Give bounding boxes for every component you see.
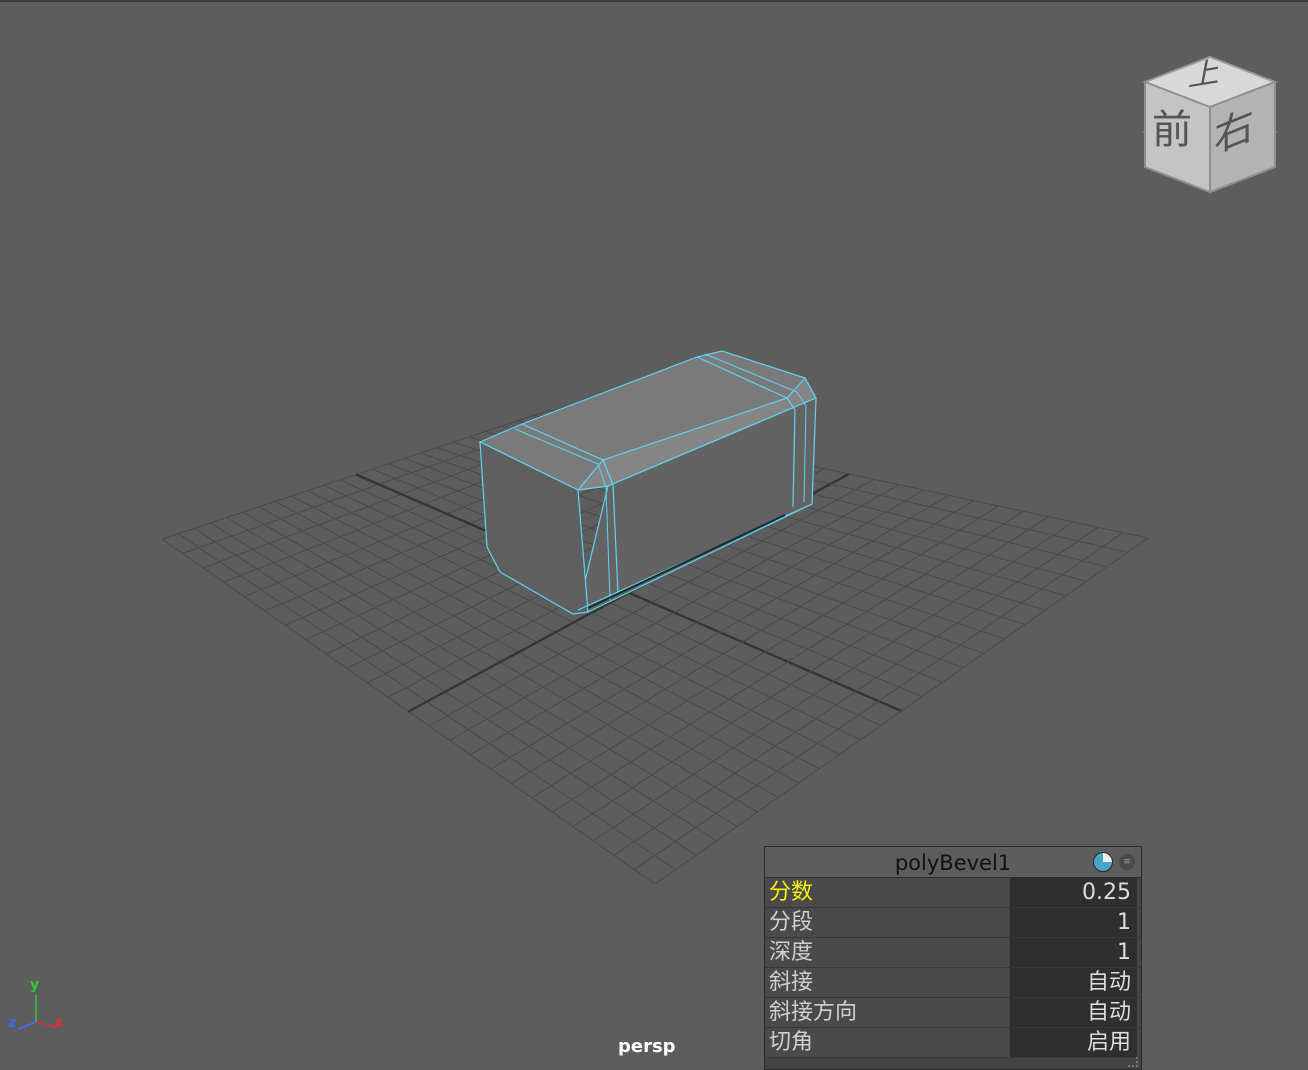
in-view-editor[interactable]: polyBevel1 ≡ 分数 0.25 分段 1 深度 1 斜接 自动 斜接方… bbox=[764, 846, 1142, 1070]
grid-line bbox=[613, 526, 1099, 856]
node-type-icon[interactable] bbox=[1093, 852, 1113, 872]
channel-row-chamfer[interactable]: 切角 启用 bbox=[765, 1028, 1141, 1058]
channel-value-dropdown[interactable]: 自动 bbox=[1010, 998, 1137, 1027]
channel-name[interactable]: 斜接 bbox=[765, 968, 1009, 997]
channel-value-dropdown[interactable]: 启用 bbox=[1010, 1028, 1137, 1057]
channel-value-field[interactable]: 1 bbox=[1010, 908, 1137, 937]
beveled-cube-mesh[interactable] bbox=[478, 350, 817, 615]
channel-row-fraction[interactable]: 分数 0.25 bbox=[765, 878, 1141, 908]
axis-gizmo-lines bbox=[17, 995, 57, 1030]
view-cube-front-label[interactable]: 前 bbox=[1152, 110, 1192, 150]
channel-row-segments[interactable]: 分段 1 bbox=[765, 908, 1141, 938]
channel-name[interactable]: 分段 bbox=[765, 908, 1009, 937]
axis-gizmo: y x z bbox=[6, 977, 76, 1037]
axis-z-label: z bbox=[8, 1015, 17, 1031]
channel-name[interactable]: 分数 bbox=[765, 878, 1009, 907]
channel-value-field[interactable]: 0.25 bbox=[1010, 878, 1137, 907]
channel-row-miter-along[interactable]: 斜接方向 自动 bbox=[765, 998, 1141, 1028]
channel-name[interactable]: 切角 bbox=[765, 1028, 1009, 1057]
resize-handle[interactable] bbox=[1128, 1057, 1138, 1067]
channel-value-dropdown[interactable]: 自动 bbox=[1010, 968, 1137, 997]
node-title[interactable]: polyBevel1 bbox=[765, 851, 1141, 875]
channel-row-mitering[interactable]: 斜接 自动 bbox=[765, 968, 1141, 998]
view-cube-top-label[interactable]: 上 bbox=[1186, 55, 1224, 95]
axis-y-label: y bbox=[30, 977, 40, 993]
channel-row-depth[interactable]: 深度 1 bbox=[765, 938, 1141, 968]
grid-line bbox=[654, 537, 1149, 885]
grid-line bbox=[634, 532, 1124, 871]
camera-name-label: persp bbox=[618, 1036, 676, 1057]
perspective-viewport[interactable]: 上 前 右 y x z persp polyBevel1 ≡ 分数 0.25 分… bbox=[0, 0, 1308, 1070]
channel-name[interactable]: 深度 bbox=[765, 938, 1009, 967]
channel-value-field[interactable]: 1 bbox=[1010, 938, 1137, 967]
in-view-editor-header[interactable]: polyBevel1 ≡ bbox=[765, 847, 1141, 878]
view-cube[interactable]: 上 前 右 bbox=[1140, 52, 1280, 197]
axis-x-label: x bbox=[54, 1015, 64, 1031]
channel-name[interactable]: 斜接方向 bbox=[765, 998, 1009, 1027]
menu-icon[interactable]: ≡ bbox=[1119, 854, 1135, 870]
